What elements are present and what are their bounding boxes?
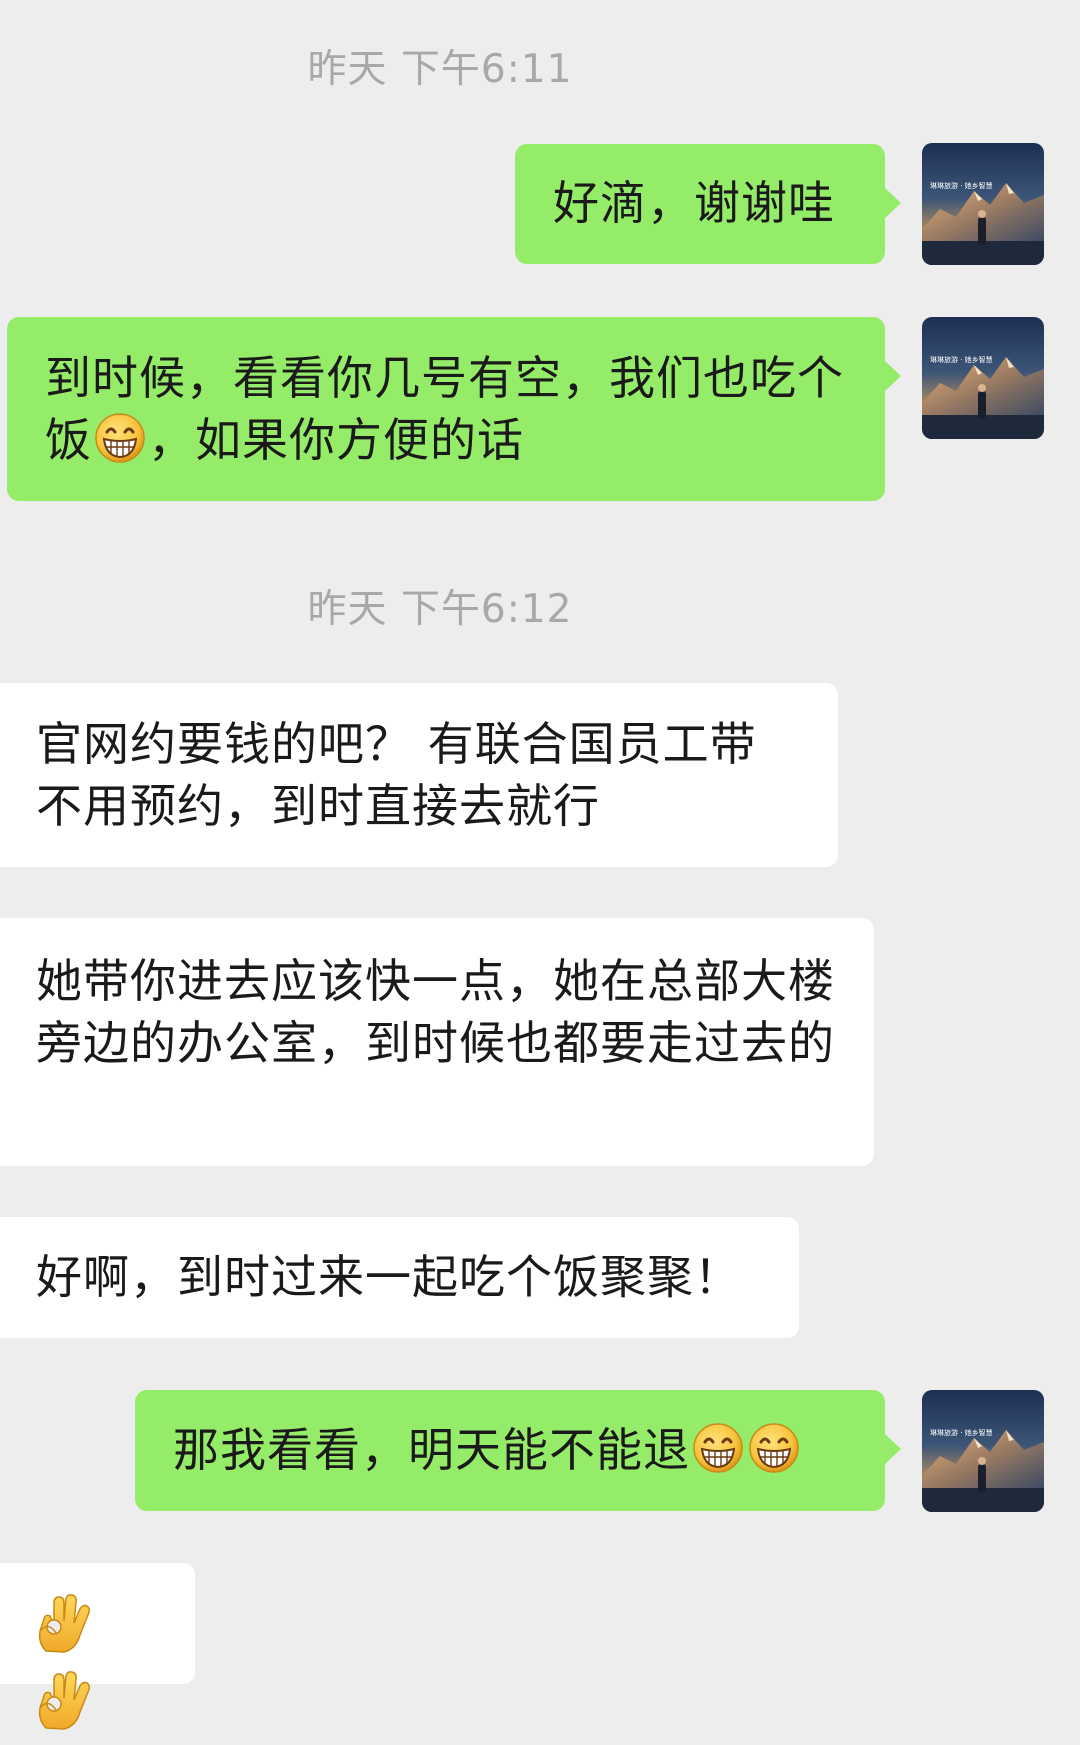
message-text: 官网约要钱的吧？ 有联合国员工带不用预约，到时直接去就行 xyxy=(36,717,757,833)
received-message-bubble[interactable]: 官网约要钱的吧？ 有联合国员工带不用预约，到时直接去就行 xyxy=(0,683,838,867)
message-text: 她带你进去应该快一点，她在总部大楼旁边的办公室，到时候也都要走过去的 xyxy=(36,954,835,1070)
user-avatar[interactable] xyxy=(922,1390,1044,1512)
sent-message-bubble[interactable]: 到时候，看看你几号有空，我们也吃个饭 ，如果你方便的话 xyxy=(7,317,901,501)
mountain-landscape-avatar-icon xyxy=(922,317,1044,439)
user-avatar[interactable] xyxy=(922,143,1044,265)
message-text: 好滴，谢谢哇 xyxy=(553,176,835,230)
user-avatar[interactable] xyxy=(922,317,1044,439)
timestamp: 昨天 下午6:11 xyxy=(307,47,573,92)
message-text: 那我看看，明天能不能退 xyxy=(173,1423,690,1477)
received-message-bubble[interactable] xyxy=(0,1563,195,1684)
sent-message-bubble[interactable]: 那我看看，明天能不能退 xyxy=(135,1390,901,1511)
message-text: 好啊，到时过来一起吃个饭聚聚！ xyxy=(36,1250,741,1304)
mountain-landscape-avatar-icon xyxy=(922,143,1044,265)
message-text: ，如果你方便的话 xyxy=(148,413,524,467)
grin-emoji-icon xyxy=(94,412,146,464)
sent-message-bubble[interactable]: 好滴，谢谢哇 xyxy=(515,144,901,264)
timestamp: 昨天 下午6:12 xyxy=(307,587,573,632)
ok-hand-emoji-icon xyxy=(34,1591,92,1653)
mountain-landscape-avatar-icon xyxy=(922,1390,1044,1512)
grin-emoji-icon xyxy=(692,1422,744,1474)
ok-hand-emoji-icon xyxy=(34,1668,92,1730)
grin-emoji-icon xyxy=(748,1422,800,1474)
received-message-bubble[interactable]: 好啊，到时过来一起吃个饭聚聚！ xyxy=(0,1217,799,1338)
received-message-bubble[interactable]: 她带你进去应该快一点，她在总部大楼旁边的办公室，到时候也都要走过去的 xyxy=(0,918,874,1166)
